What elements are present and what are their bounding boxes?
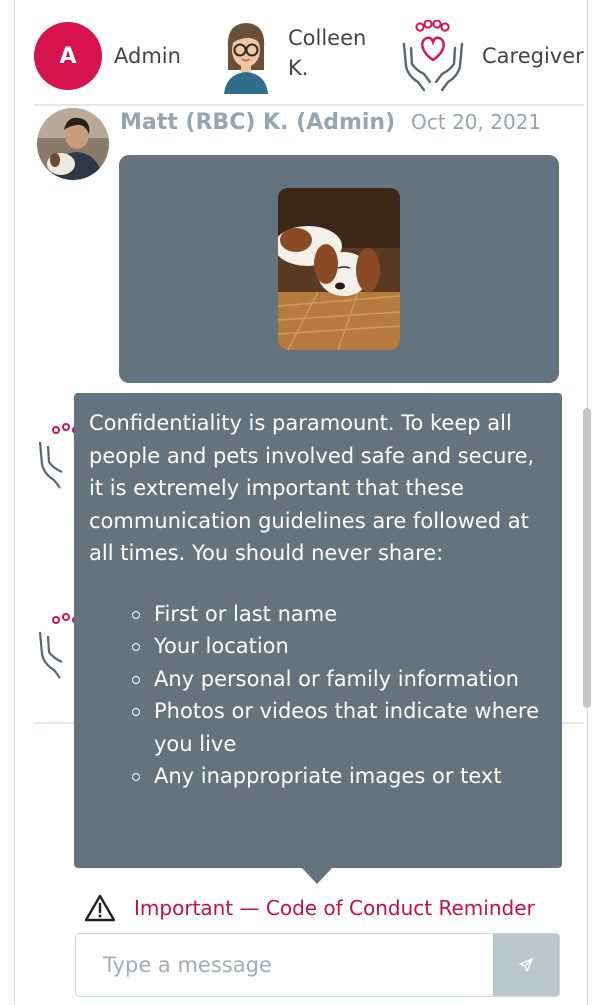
dog-photo[interactable]: [278, 188, 400, 350]
list-item: Any personal or family information: [132, 663, 546, 696]
message-bubble: [119, 155, 559, 383]
tooltip-arrow: [302, 868, 332, 884]
list-item: Your location: [132, 630, 546, 663]
paw-heart-hands-icon: [38, 423, 78, 489]
dog-photo-image: [278, 188, 400, 350]
guidelines-list: First or last name Your location Any per…: [89, 598, 546, 793]
list-item: Photos or videos that indicate where you…: [132, 695, 546, 760]
code-of-conduct-reminder[interactable]: Important — Code of Conduct Reminder: [84, 893, 535, 923]
paw-heart-hands-icon: [402, 20, 464, 92]
participant-caregiver[interactable]: Caregiver: [402, 20, 584, 92]
participants-row: A Admin Colleen K. Caregiver: [34, 18, 584, 98]
scrollbar[interactable]: [583, 408, 591, 708]
message-composer: [75, 933, 560, 997]
user-photo-icon: [37, 108, 109, 180]
list-item: First or last name: [132, 598, 546, 631]
participant-label: Caregiver: [482, 44, 584, 68]
participant-colleen[interactable]: Colleen K.: [220, 18, 368, 94]
avatar[interactable]: [37, 108, 109, 180]
avatar: A: [34, 22, 102, 90]
code-of-conduct-tooltip: Confidentiality is paramount. To keep al…: [74, 393, 562, 868]
participant-admin[interactable]: A Admin: [34, 22, 181, 90]
message-date: Oct 20, 2021: [411, 110, 542, 134]
message-header: Matt (RBC) K. (Admin) Oct 20, 2021: [120, 110, 541, 135]
paw-heart-hands-icon: [38, 613, 78, 679]
woman-with-glasses-avatar-icon: [224, 23, 268, 94]
warning-triangle-icon: [84, 894, 116, 922]
message-input[interactable]: [76, 934, 493, 996]
message-author: Matt (RBC) K. (Admin): [120, 110, 396, 135]
send-button[interactable]: [493, 934, 559, 996]
tooltip-intro: Confidentiality is paramount. To keep al…: [89, 411, 535, 565]
send-icon: [519, 958, 533, 972]
divider: [34, 104, 584, 106]
participant-label: Admin: [114, 44, 181, 68]
participant-label: Colleen K.: [288, 26, 367, 80]
code-of-conduct-link[interactable]: Important — Code of Conduct Reminder: [134, 896, 535, 920]
list-item: Any inappropriate images or text: [132, 760, 546, 793]
